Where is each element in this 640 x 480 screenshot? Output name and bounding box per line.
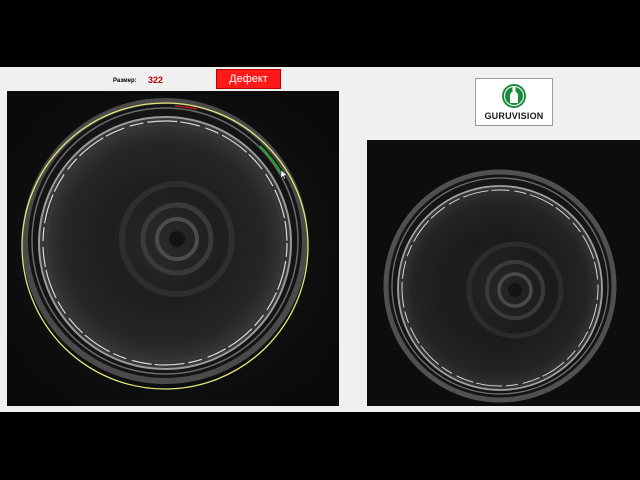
guruvision-logo: GURUVISION (475, 78, 553, 126)
size-label: Размер: (113, 78, 137, 84)
camera-view-inspected (7, 91, 339, 406)
size-value: 322 (148, 75, 164, 85)
defect-status-badge: Дефект (216, 69, 281, 89)
camera-view-raw (367, 140, 640, 406)
bottle-icon (502, 84, 526, 108)
inspection-app: Размер: 322 Дефект GURUVISION (0, 0, 640, 480)
logo-text: GURUVISION (484, 111, 544, 121)
